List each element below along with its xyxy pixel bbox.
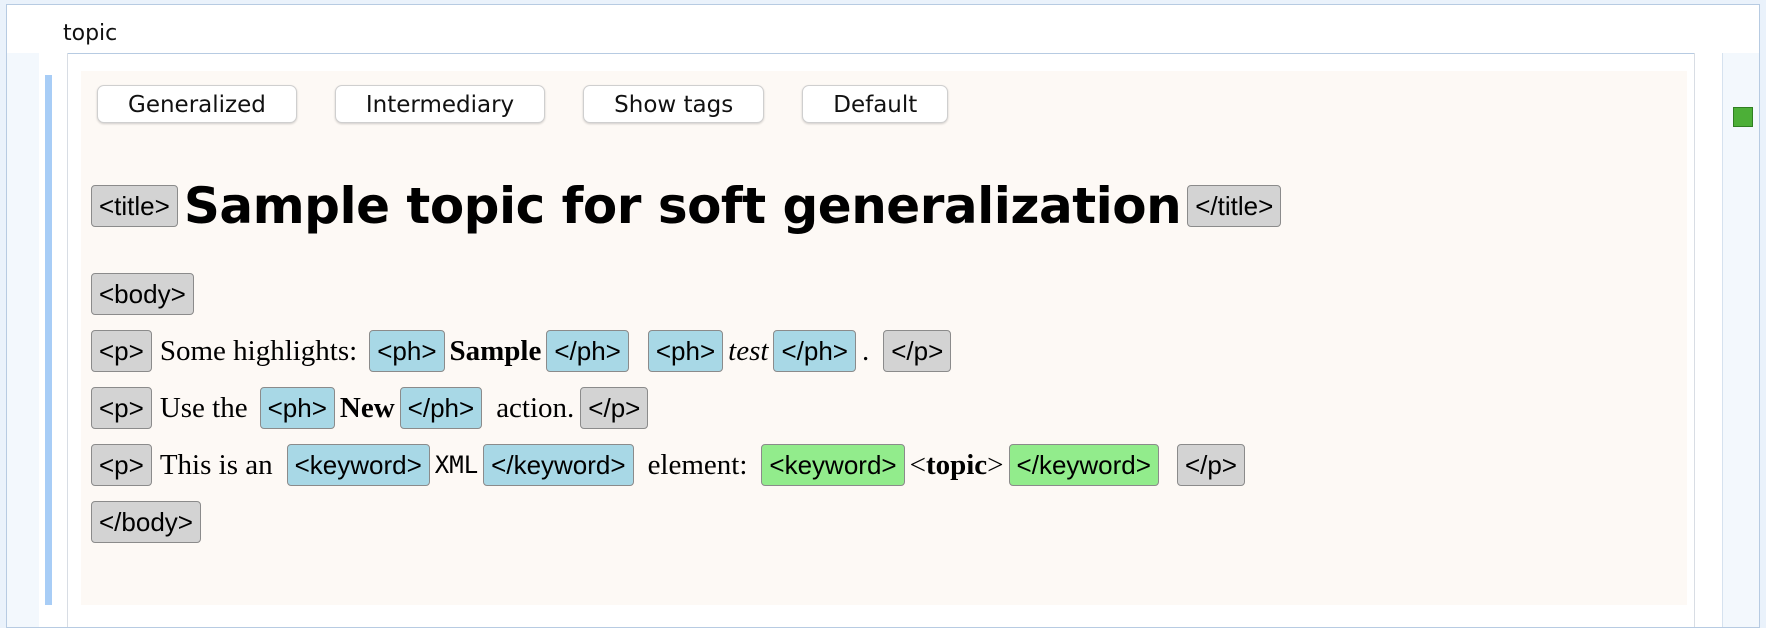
- paragraph-text[interactable]: Some highlights:: [160, 335, 357, 368]
- ph-close-tag[interactable]: </ph>: [399, 387, 483, 429]
- ph-close-tag[interactable]: </ph>: [773, 330, 856, 372]
- keyword-open-tag[interactable]: <keyword>: [761, 444, 905, 486]
- keyword-text[interactable]: topic: [926, 449, 987, 482]
- topic-title[interactable]: Sample topic for soft generalization: [184, 177, 1182, 235]
- document-status-indicator[interactable]: [1733, 107, 1753, 127]
- right-overview-ruler[interactable]: [1722, 53, 1759, 627]
- title-close-tag[interactable]: </title>: [1187, 185, 1282, 227]
- paragraph-text[interactable]: action.: [496, 392, 574, 425]
- paragraph-2: <p> Use the <ph> New </ph> action. </p>: [91, 387, 649, 429]
- paragraph-1: <p> Some highlights: <ph> Sample </ph> <…: [91, 330, 952, 372]
- editor-window: topic Generalized Intermediary Show tags…: [6, 4, 1760, 628]
- paragraph-3: <p> This is an <keyword> XML </keyword> …: [91, 444, 1245, 486]
- ph-text[interactable]: New: [340, 392, 395, 425]
- editor-tab-bar: topic: [7, 5, 1759, 54]
- keyword-text-lt[interactable]: <: [910, 449, 926, 482]
- editor-content[interactable]: Generalized Intermediary Show tags Defau…: [81, 71, 1687, 605]
- ph-open-tag[interactable]: <ph>: [647, 330, 724, 372]
- keyword-text[interactable]: XML: [435, 451, 478, 479]
- selection-bar: [45, 75, 52, 605]
- p-close-tag[interactable]: </p>: [1176, 444, 1245, 486]
- show-tags-button[interactable]: Show tags: [583, 85, 765, 123]
- keyword-close-tag[interactable]: </keyword>: [1008, 444, 1159, 486]
- keyword-open-tag[interactable]: <keyword>: [286, 444, 430, 486]
- default-button[interactable]: Default: [802, 85, 949, 123]
- ph-open-tag[interactable]: <ph>: [369, 330, 445, 372]
- body-close-line: </body>: [91, 501, 201, 543]
- paragraph-text[interactable]: Use the: [160, 392, 248, 425]
- paragraph-text[interactable]: element:: [648, 449, 748, 482]
- intermediary-button[interactable]: Intermediary: [334, 85, 546, 123]
- left-gutter: [7, 53, 40, 627]
- p-close-tag[interactable]: </p>: [883, 330, 952, 372]
- p-open-tag[interactable]: <p>: [91, 330, 152, 372]
- paragraph-text[interactable]: .: [862, 335, 869, 368]
- p-open-tag[interactable]: <p>: [91, 444, 152, 486]
- ph-open-tag[interactable]: <ph>: [259, 387, 335, 429]
- p-open-tag[interactable]: <p>: [91, 387, 152, 429]
- body-open-line: <body>: [91, 273, 194, 315]
- p-close-tag[interactable]: </p>: [580, 387, 649, 429]
- tab-topic[interactable]: topic: [63, 21, 117, 46]
- left-margin: [39, 53, 68, 627]
- keyword-text-gt[interactable]: >: [987, 449, 1003, 482]
- generalized-button[interactable]: Generalized: [97, 85, 297, 123]
- body-open-tag[interactable]: <body>: [91, 273, 194, 315]
- title-open-tag[interactable]: <title>: [91, 185, 178, 227]
- ph-close-tag[interactable]: </ph>: [546, 330, 629, 372]
- ph-text[interactable]: test: [728, 335, 768, 368]
- body-close-tag[interactable]: </body>: [91, 501, 201, 543]
- generalization-toolbar: Generalized Intermediary Show tags Defau…: [97, 85, 949, 123]
- right-margin: [1694, 53, 1723, 627]
- keyword-close-tag[interactable]: </keyword>: [483, 444, 634, 486]
- title-line: <title> Sample topic for soft generaliza…: [91, 177, 1282, 235]
- paragraph-text[interactable]: This is an: [160, 449, 273, 482]
- ph-text[interactable]: Sample: [450, 335, 542, 368]
